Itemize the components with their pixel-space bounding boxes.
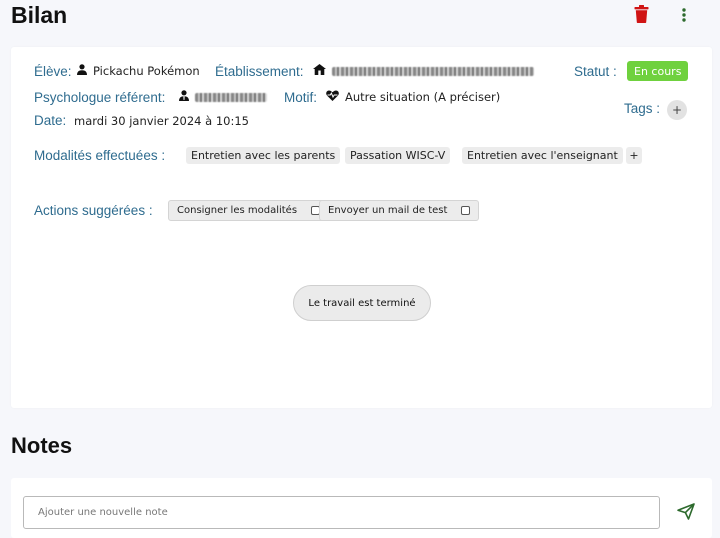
school-icon <box>313 64 326 78</box>
notes-title: Notes <box>11 433 73 458</box>
motif-label: Motif: <box>284 90 318 105</box>
notes-card <box>11 478 712 538</box>
actions-label: Actions suggérées : <box>34 203 153 218</box>
bilan-card: Élève: Pickachu Pokémon Établissement: S… <box>11 47 712 408</box>
statut-label: Statut : <box>574 64 617 79</box>
page-header: Bilan <box>0 0 720 34</box>
psychologue-redacted <box>195 92 267 102</box>
date-value: mardi 30 janvier 2024 à 10:15 <box>74 114 249 128</box>
etablissement-redacted <box>332 66 534 76</box>
modalite-chip[interactable]: Passation WISC-V <box>345 147 451 164</box>
modalite-chip[interactable]: Entretien avec l'enseignant <box>462 147 623 164</box>
tags-label: Tags : <box>624 101 661 116</box>
eleve-value[interactable]: Pickachu Pokémon <box>77 64 200 78</box>
action-label: Consigner les modalités <box>177 205 298 216</box>
person-icon <box>77 64 87 78</box>
status-badge: En cours <box>627 61 689 81</box>
etablissement-label: Établissement: <box>215 64 304 79</box>
send-note-button[interactable] <box>675 502 697 524</box>
send-icon <box>677 502 695 524</box>
page-title: Bilan <box>11 2 68 28</box>
action-label: Envoyer un mail de test <box>328 205 448 216</box>
new-note-input[interactable] <box>23 496 660 529</box>
heart-pulse-icon <box>326 90 339 104</box>
action-consigner-modalites[interactable]: Consigner les modalités <box>168 200 330 221</box>
modalites-label: Modalités effectuées : <box>34 148 166 163</box>
add-modalite-button[interactable]: + <box>626 147 642 164</box>
action-envoyer-mail[interactable]: Envoyer un mail de test <box>319 200 480 221</box>
date-label: Date: <box>34 113 67 128</box>
add-tag-button[interactable]: + <box>667 100 687 120</box>
trash-icon <box>634 5 649 27</box>
motif-value[interactable]: Autre situation (A préciser) <box>326 90 500 104</box>
psychologue-value[interactable] <box>179 90 267 104</box>
more-options-button[interactable] <box>674 5 694 27</box>
checkbox[interactable] <box>461 206 471 215</box>
eleve-label: Élève: <box>34 64 72 79</box>
dots-vertical-icon <box>682 7 686 26</box>
work-done-button[interactable]: Le travail est terminé <box>293 285 431 321</box>
motif-text: Autre situation (A préciser) <box>345 90 501 104</box>
delete-button[interactable] <box>630 5 652 27</box>
eleve-name: Pickachu Pokémon <box>93 64 200 78</box>
modalite-chip[interactable]: Entretien avec les parents <box>186 147 341 164</box>
person-tie-icon <box>179 90 189 104</box>
psychologue-label: Psychologue référent: <box>34 90 166 105</box>
etablissement-value[interactable] <box>313 64 534 78</box>
